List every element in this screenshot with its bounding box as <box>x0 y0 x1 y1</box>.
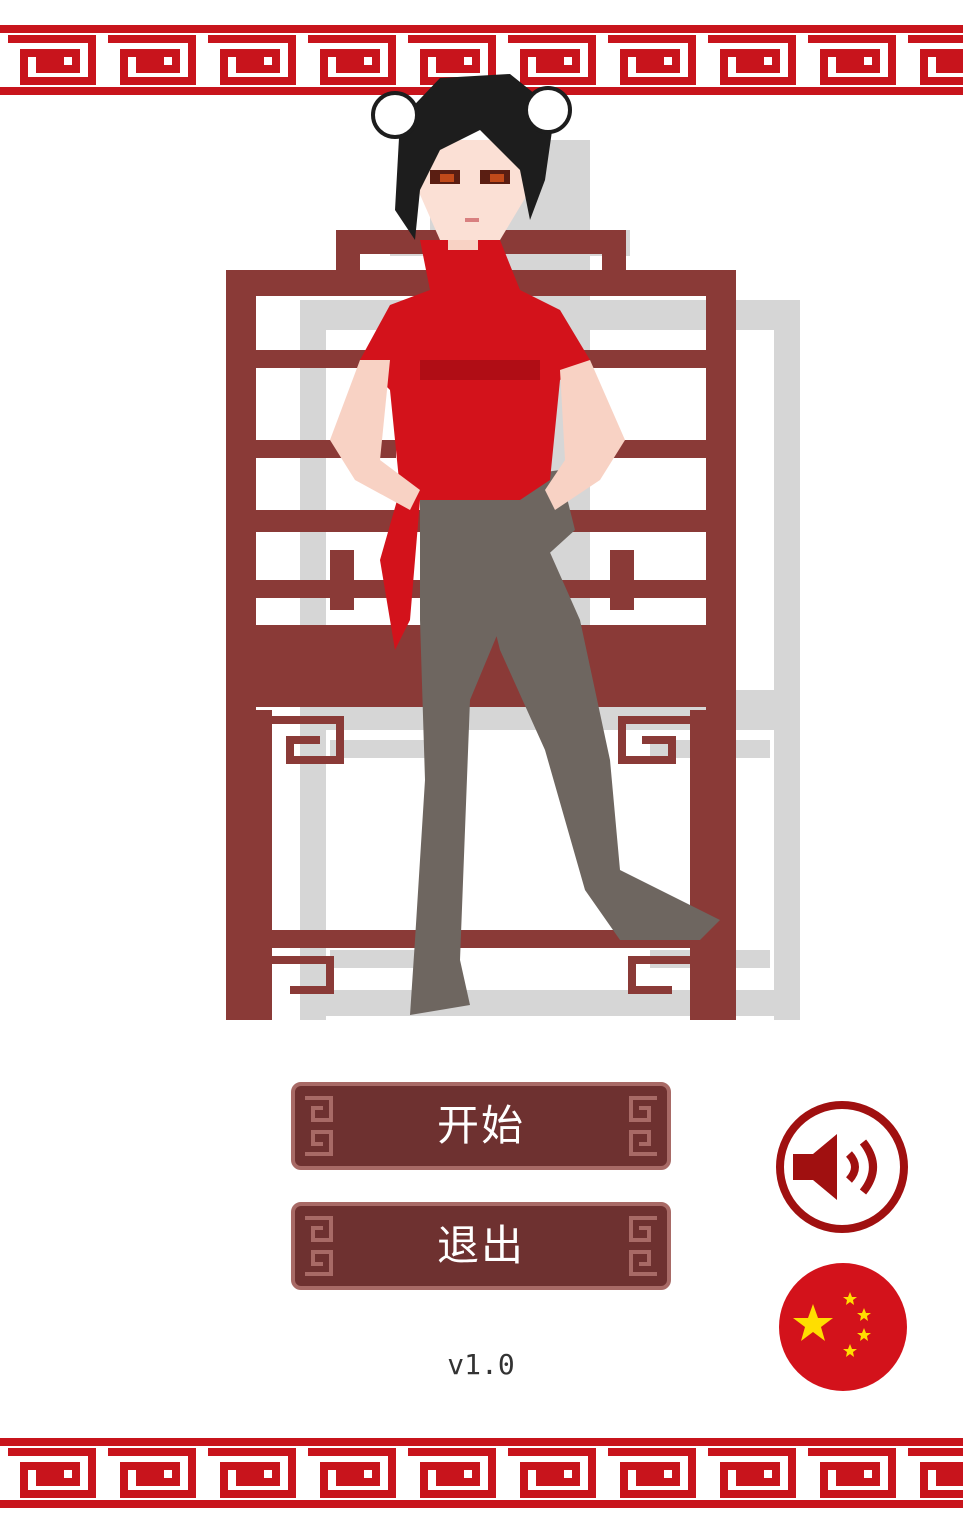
start-button[interactable]: 开始 <box>291 1080 671 1172</box>
bottom-meander-border <box>0 1438 963 1508</box>
version-label: v1.0 <box>447 1348 515 1381</box>
chair-fret-pattern <box>258 716 704 1000</box>
character-on-chair-illustration <box>226 74 800 1020</box>
language-selector-button[interactable] <box>778 1262 908 1392</box>
character-dress-shading <box>420 360 540 380</box>
exit-button-label: 退出 <box>436 1221 525 1270</box>
china-flag-icon <box>779 1263 907 1391</box>
start-button-label: 开始 <box>436 1101 525 1150</box>
speaker-on-icon <box>776 1101 908 1233</box>
sound-toggle-button[interactable] <box>773 1098 911 1236</box>
exit-button[interactable]: 退出 <box>291 1200 671 1292</box>
